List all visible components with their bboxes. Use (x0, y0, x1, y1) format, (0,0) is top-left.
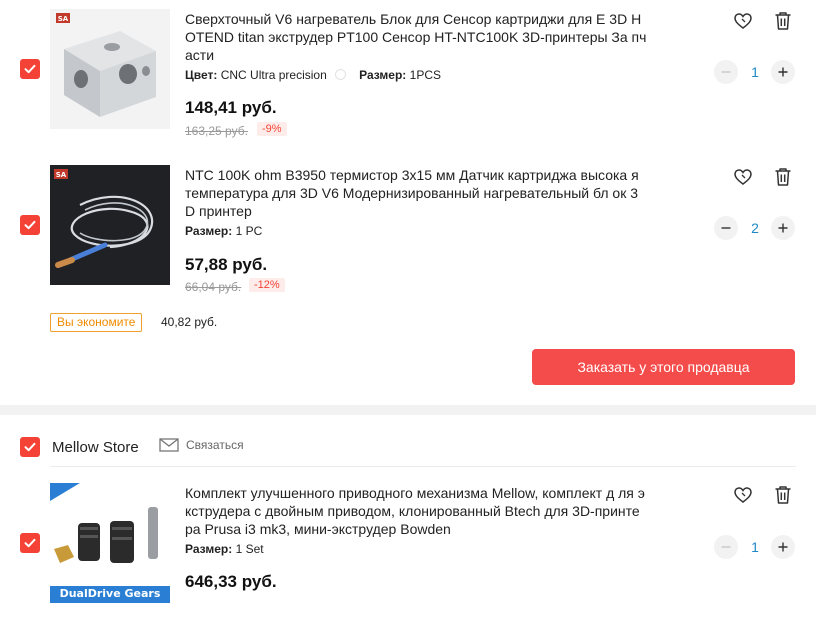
product-title[interactable]: Сверхточный V6 нагреватель Блок для Сенс… (185, 10, 647, 64)
trash-icon (775, 12, 791, 30)
contact-seller-link[interactable]: Связаться (159, 438, 244, 452)
prop-key: Цвет: (185, 68, 218, 82)
prop-value: 1PCS (409, 68, 442, 82)
prop-key: Размер: (185, 224, 233, 238)
decrement-button[interactable] (714, 216, 738, 240)
item-checkbox[interactable] (20, 533, 40, 553)
minus-icon (721, 546, 731, 548)
increment-button[interactable] (771, 216, 795, 240)
quantity-value[interactable]: 1 (743, 64, 767, 80)
store-name[interactable]: Mellow Store (52, 439, 139, 456)
plus-icon (778, 223, 788, 233)
product-title[interactable]: Комплект улучшенного приводного механизм… (185, 484, 647, 538)
savings-value: 40,82 руб. (161, 315, 218, 329)
prop-key: Размер: (359, 68, 407, 82)
contact-label: Связаться (186, 438, 244, 452)
product-image[interactable]: SA (50, 165, 170, 285)
discount-badge: -9% (257, 122, 287, 136)
svg-text:SA: SA (58, 15, 69, 23)
store-checkbox[interactable] (20, 437, 40, 457)
product-price: 646,33 руб. (185, 572, 277, 591)
check-icon (24, 220, 36, 230)
product-title[interactable]: NTC 100K ohm B3950 термистор 3x15 мм Дат… (185, 166, 647, 220)
heart-icon (734, 13, 752, 29)
check-icon (24, 64, 36, 74)
increment-button[interactable] (771, 60, 795, 84)
increment-button[interactable] (771, 535, 795, 559)
quantity-value[interactable]: 2 (743, 220, 767, 236)
heart-icon (734, 487, 752, 503)
decrement-button[interactable] (714, 535, 738, 559)
store-divider (50, 466, 796, 467)
color-swatch (334, 69, 346, 80)
order-from-seller-button[interactable]: Заказать у этого продавца (532, 349, 795, 385)
envelope-icon (159, 438, 179, 452)
product-image[interactable]: DualDrive Gears (50, 483, 170, 603)
delete-button[interactable] (771, 9, 795, 33)
plus-icon (778, 67, 788, 77)
check-icon (24, 442, 36, 452)
delete-button[interactable] (771, 165, 795, 189)
product-old-price: 66,04 руб. (185, 280, 242, 294)
product-old-price: 163,25 руб. (185, 124, 248, 138)
item-checkbox[interactable] (20, 215, 40, 235)
trash-icon (775, 168, 791, 186)
wishlist-button[interactable] (731, 165, 755, 189)
product-props: Цвет: CNC Ultra precision Размер: 1PCS (185, 68, 445, 82)
item-checkbox[interactable] (20, 59, 40, 79)
decrement-button[interactable] (714, 60, 738, 84)
prop-key: Размер: (185, 542, 233, 556)
quantity-value[interactable]: 1 (743, 539, 767, 555)
svg-text:SA: SA (56, 171, 67, 179)
plus-icon (778, 542, 788, 552)
savings-badge: Вы экономите (50, 313, 143, 332)
section-divider (0, 405, 816, 415)
heart-icon (734, 169, 752, 185)
discount-badge: -12% (249, 278, 285, 292)
product-image[interactable]: SA (50, 9, 170, 129)
minus-icon (721, 227, 731, 229)
delete-button[interactable] (771, 483, 795, 507)
prop-value: 1 PC (235, 224, 263, 238)
product-props: Размер: 1 Set (185, 542, 268, 556)
product-price: 148,41 руб. (185, 98, 277, 117)
wishlist-button[interactable] (731, 483, 755, 507)
check-icon (24, 538, 36, 548)
wishlist-button[interactable] (731, 9, 755, 33)
prop-value: CNC Ultra precision (220, 68, 327, 82)
trash-icon (775, 486, 791, 504)
product-props: Размер: 1 PC (185, 224, 266, 238)
product-price: 57,88 руб. (185, 255, 268, 274)
prop-value: 1 Set (235, 542, 264, 556)
minus-icon (721, 71, 731, 73)
image-caption: DualDrive Gears (59, 587, 161, 600)
